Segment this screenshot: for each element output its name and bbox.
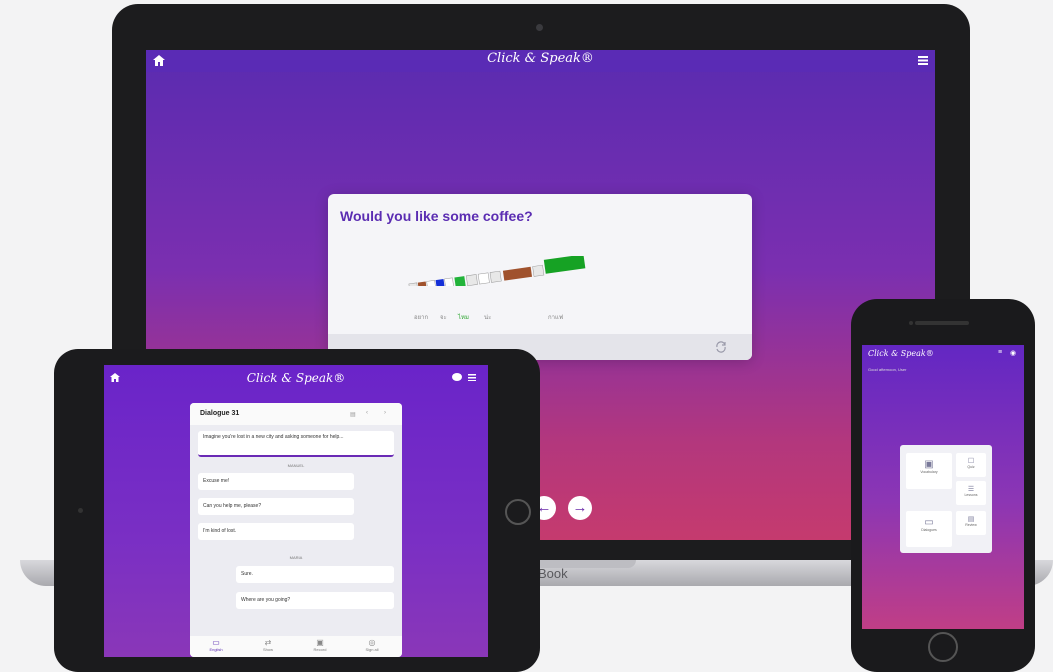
hamburger-icon[interactable] [918,56,928,65]
word-hint: จะ [440,315,447,321]
tab-sign-all[interactable]: ◎ Sign all [352,638,392,652]
greeting-text: Good afternoon, User [868,367,907,372]
word-blocks[interactable] [408,256,608,286]
hamburger-icon[interactable] [468,374,476,381]
main-menu: ▣ Vocabulary ☐ Quiz ☰ Lessons ▭ Dialogues ▤ R… [900,445,992,553]
question-card: Would you like some coffee? อยาก จะ ไหม … [328,194,752,360]
lessons-icon: ☰ [967,486,975,493]
tablet-home-button[interactable] [505,499,531,525]
menu-tile-vocabulary[interactable]: ▣ Vocabulary [906,453,952,489]
laptop-camera [536,24,543,31]
dialogue-line[interactable]: Can you help me, please? [198,498,354,515]
settings-icon: ◎ [368,638,376,647]
quiz-icon: ☐ [967,458,975,465]
menu-tile-review[interactable]: ▤ Review [956,511,986,535]
hamburger-icon[interactable]: ≡ [998,349,1002,356]
phone-speaker [915,321,969,325]
question-text: Would you like some coffee? [340,208,533,224]
chevron-right-icon[interactable]: › [384,410,386,416]
menu-tile-dialogues[interactable]: ▭ Dialogues [906,511,952,547]
dialogue-line[interactable]: Where are you going? [236,592,394,609]
home-icon[interactable] [153,55,165,66]
speaker-label: MARIA [289,555,303,560]
phone-screen: Click & Speak® ≡ ◉ Good afternoon, User … [862,345,1024,629]
dialogue-icon: ▭ [924,517,934,528]
repeat-icon: ⇄ [264,638,272,647]
app-brand: Click & Speak® [487,51,594,66]
tablet-frame: Click & Speak® Dialogue 31 ▤ ‹ › Imagine… [54,349,540,672]
word-hint: น่ะ [484,315,492,321]
word-hint: ไหม [458,315,469,321]
dialogue-panel: Dialogue 31 ▤ ‹ › Imagine you're lost in… [190,403,402,657]
chevron-left-icon[interactable]: ‹ [366,410,368,416]
chat-icon: ▭ [212,638,220,647]
video-icon: ▣ [316,638,324,647]
menu-tile-quiz[interactable]: ☐ Quiz [956,453,986,477]
refresh-icon[interactable] [715,341,727,353]
bottom-tab-bar: ▭ English ⇄ Show ▣ Record ◎ Sign all [190,636,402,657]
home-icon[interactable] [110,373,120,382]
phone-home-button[interactable] [928,632,958,662]
menu-tile-lessons[interactable]: ☰ Lessons [956,481,986,505]
tablet-screen: Click & Speak® Dialogue 31 ▤ ‹ › Imagine… [104,365,488,657]
phone-frame: Click & Speak® ≡ ◉ Good afternoon, User … [851,299,1035,672]
phone-camera [909,321,913,325]
dialogue-line[interactable]: I'm kind of lost. [198,523,354,540]
review-icon: ▤ [967,516,975,523]
speech-icon[interactable] [452,373,462,381]
dialogue-line[interactable]: Sure. [236,566,394,583]
word-hint: กาแฟ [548,315,564,321]
next-button[interactable]: → [568,496,592,520]
tab-record[interactable]: ▣ Record [300,638,340,652]
profile-icon[interactable]: ◉ [1010,349,1016,357]
speaker-label: MANUEL [287,463,305,468]
laptop-model-label: Book [538,566,568,581]
tablet-camera [78,508,83,513]
scenario-prompt: Imagine you're lost in a new city and as… [198,431,394,457]
arrow-right-icon: → [572,499,588,516]
app-brand: Click & Speak® [246,371,346,385]
vocab-icon: ▣ [924,459,934,470]
app-brand: Click & Speak® [868,349,934,358]
tab-english[interactable]: ▭ English [196,638,236,652]
tab-show[interactable]: ⇄ Show [248,638,288,652]
word-hint: อยาก [414,315,429,321]
dialogue-title: Dialogue 31 [200,410,240,417]
dialogue-line[interactable]: Excuse me! [198,473,354,490]
book-icon[interactable]: ▤ [350,411,356,418]
